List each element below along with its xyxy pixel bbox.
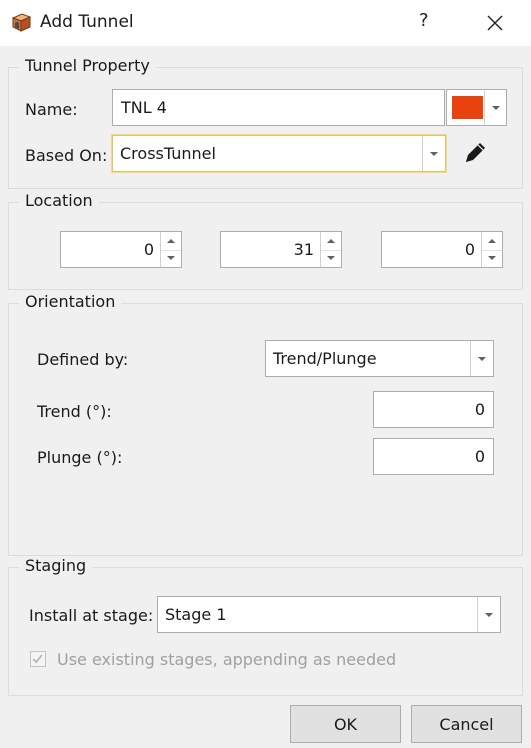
location-x-spin-buttons [160,232,181,267]
tunnel-property-group: Tunnel Property Name: TNL 4 Based On: Cr… [8,56,523,189]
chevron-down-icon [491,105,500,110]
location-y-decrement[interactable] [321,250,341,268]
dialog-body: Tunnel Property Name: TNL 4 Based On: Cr… [0,46,531,748]
location-z-decrement[interactable] [482,250,502,268]
defined-by-dropdown-arrow[interactable] [470,341,493,376]
based-on-select[interactable]: CrossTunnel [112,135,446,172]
cancel-button[interactable]: Cancel [411,705,522,743]
install-at-stage-select[interactable]: Stage 1 [157,596,501,633]
orientation-legend: Orientation [19,292,122,311]
defined-by-select[interactable]: Trend/Plunge [265,340,494,377]
trend-label: Trend (°): [37,402,112,421]
tunnel-app-icon [11,13,32,32]
location-y-spinner[interactable]: 31 [220,231,342,268]
chevron-up-icon [488,238,496,243]
chevron-down-icon [167,256,175,261]
chevron-up-icon [167,238,175,243]
color-picker[interactable] [446,89,507,126]
ok-button[interactable]: OK [290,705,401,743]
window-title: Add Tunnel [40,12,134,32]
plunge-label: Plunge (°): [37,448,123,467]
location-y-increment[interactable] [321,232,341,251]
trend-value: 0 [474,400,485,419]
trend-input[interactable]: 0 [373,391,494,428]
use-existing-stages-checkbox[interactable] [30,651,46,667]
install-at-stage-value: Stage 1 [165,605,227,624]
chevron-down-icon [478,356,486,361]
chevron-up-icon [327,238,335,243]
chevron-down-icon [488,256,496,261]
plunge-value: 0 [474,447,485,466]
chevron-down-icon [327,256,335,261]
defined-by-label: Defined by: [37,350,129,369]
location-legend: Location [19,191,99,210]
checkmark-icon [32,654,43,664]
defined-by-value: Trend/Plunge [273,349,377,368]
color-dropdown-arrow[interactable] [484,90,506,125]
location-z-spinner[interactable]: 0 [381,231,503,268]
name-label: Name: [25,100,78,119]
location-z-spin-buttons [481,232,502,267]
use-existing-stages-label: Use existing stages, appending as needed [57,650,397,669]
name-input[interactable]: TNL 4 [112,89,445,126]
location-z-value: 0 [464,240,475,259]
location-z-increment[interactable] [482,232,502,251]
close-icon[interactable] [484,12,506,34]
based-on-dropdown-arrow[interactable] [422,136,445,171]
location-x-value: 0 [143,240,154,259]
tunnel-property-legend: Tunnel Property [19,56,156,75]
location-y-value: 31 [293,240,314,259]
location-x-increment[interactable] [161,232,181,251]
chevron-down-icon [485,612,493,617]
staging-legend: Staging [19,556,93,575]
color-swatch [452,96,483,119]
location-y-spin-buttons [320,232,341,267]
based-on-value: CrossTunnel [120,144,216,163]
location-x-spinner[interactable]: 0 [60,231,182,268]
edit-pencil-icon[interactable] [461,139,489,167]
based-on-label: Based On: [25,146,108,165]
install-at-stage-label: Install at stage: [29,606,154,625]
help-button[interactable]: ? [419,10,429,31]
location-x-decrement[interactable] [161,250,181,268]
staging-group: Staging Install at stage: Stage 1 Use ex… [8,556,523,696]
orientation-group: Orientation Defined by: Trend/Plunge Tre… [8,292,523,556]
plunge-input[interactable]: 0 [373,438,494,475]
title-bar: Add Tunnel ? [0,0,531,46]
name-value: TNL 4 [121,98,167,117]
install-at-stage-dropdown-arrow[interactable] [477,597,500,632]
chevron-down-icon [430,151,438,156]
location-group: Location 0 31 0 [8,191,523,290]
